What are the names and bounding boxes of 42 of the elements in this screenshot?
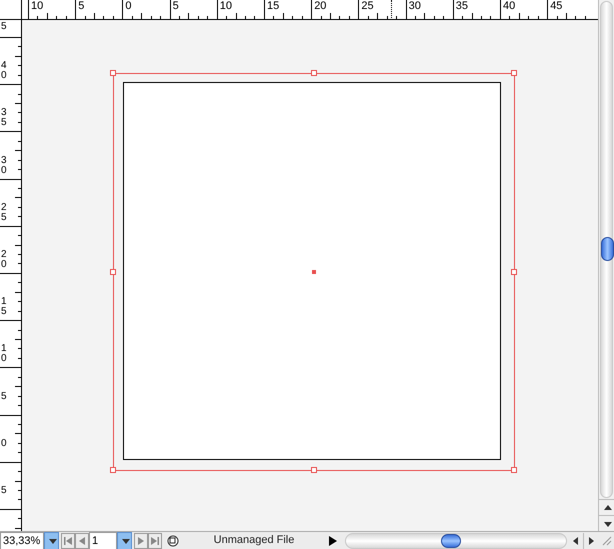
file-status-text: Unmanaged File bbox=[212, 533, 296, 548]
ruler-label: 25 bbox=[1, 202, 8, 223]
ruler-label: 30 bbox=[408, 0, 421, 13]
ruler-label: 15 bbox=[267, 0, 280, 13]
ruler-label: 5 bbox=[1, 392, 8, 402]
ruler-label: 30 bbox=[1, 156, 8, 176]
last-page-icon bbox=[151, 536, 159, 546]
ruler-label: 5 bbox=[172, 0, 179, 13]
previous-page-button[interactable] bbox=[75, 532, 89, 548]
left-arrow-icon bbox=[571, 534, 581, 546]
left-arrow-icon bbox=[79, 536, 85, 546]
zoom-dropdown-button[interactable] bbox=[44, 532, 59, 549]
first-page-button[interactable] bbox=[61, 532, 75, 548]
ruler-label: 40 bbox=[1, 61, 8, 82]
play-arrow-icon[interactable] bbox=[329, 536, 337, 546]
ruler-label: 35 bbox=[1, 108, 8, 128]
ruler-label: 10 bbox=[31, 0, 44, 13]
ruler-label: 5 bbox=[1, 22, 8, 32]
zoom-field[interactable]: 33,33% bbox=[0, 532, 44, 549]
ruler-label: 0 bbox=[125, 0, 132, 13]
ruler-label: 45 bbox=[550, 0, 562, 13]
first-page-icon bbox=[64, 536, 72, 546]
page-field[interactable]: 1 bbox=[89, 532, 117, 549]
last-page-button[interactable] bbox=[148, 532, 162, 548]
next-page-button[interactable] bbox=[134, 532, 148, 548]
ruler-label: 0 bbox=[1, 438, 8, 449]
ruler-label: 35 bbox=[456, 0, 468, 13]
ruler-label: 20 bbox=[1, 250, 8, 270]
ruler-label: 5 bbox=[1, 486, 8, 496]
resize-grip-icon[interactable] bbox=[602, 536, 612, 546]
ruler-label: 20 bbox=[314, 0, 326, 13]
scrollbar-thumb[interactable] bbox=[441, 534, 461, 548]
ruler-label: 25 bbox=[361, 0, 374, 13]
right-arrow-icon bbox=[138, 536, 144, 546]
ruler-label: 10 bbox=[1, 344, 8, 364]
scrollbar-thumb[interactable] bbox=[601, 237, 614, 261]
ruler-label: 15 bbox=[1, 297, 8, 318]
ruler-label: 40 bbox=[503, 0, 516, 13]
ruler-label: 5 bbox=[78, 0, 84, 13]
page-dropdown-button[interactable] bbox=[117, 532, 132, 549]
page-icon[interactable] bbox=[167, 534, 179, 546]
ruler-label: 10 bbox=[220, 0, 232, 13]
